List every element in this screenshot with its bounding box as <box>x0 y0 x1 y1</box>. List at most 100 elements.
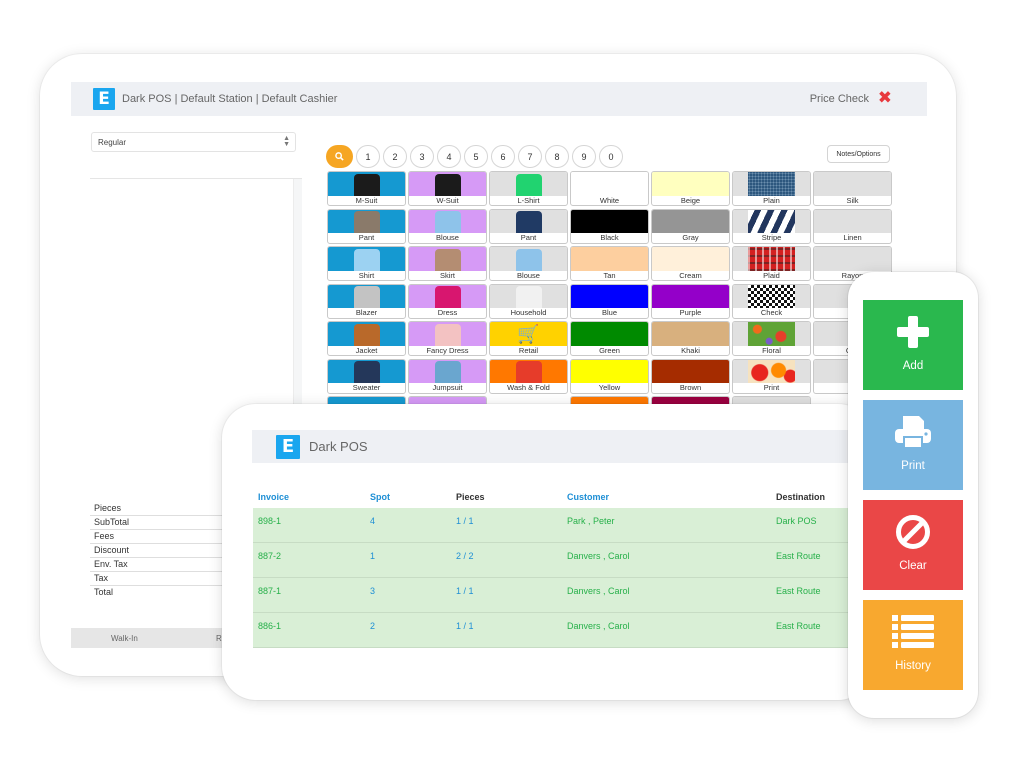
order-cell-pieces: 1 / 1 <box>456 586 474 596</box>
item-tile[interactable]: Khaki <box>651 321 730 356</box>
item-tile[interactable]: Brown <box>651 358 730 394</box>
item-tile[interactable]: Pant <box>489 208 568 244</box>
number-button[interactable]: 7 <box>518 145 542 168</box>
color-swatch <box>571 247 648 271</box>
item-tile[interactable]: Blouse <box>408 208 487 244</box>
prohibited-icon <box>896 515 930 549</box>
blazer-icon <box>353 286 380 309</box>
item-tile[interactable]: Wash & Fold <box>489 358 568 394</box>
item-tile[interactable]: M-Suit <box>327 171 406 206</box>
order-cell-customer: Danvers , Carol <box>567 586 630 596</box>
col-header-invoice[interactable]: Invoice <box>253 492 370 502</box>
item-tile[interactable]: Fancy Dress <box>408 321 487 356</box>
print-button[interactable]: Print <box>863 400 963 490</box>
item-tile[interactable]: Stripe <box>732 208 811 244</box>
item-tile[interactable]: Jumpsuit <box>408 358 487 394</box>
number-button[interactable]: 6 <box>491 145 515 168</box>
color-swatch <box>571 172 648 196</box>
floral-pattern <box>748 322 795 346</box>
item-tile[interactable]: Silk <box>813 171 892 206</box>
item-tile[interactable]: L-Shirt <box>489 171 568 206</box>
tshirt-icon <box>490 172 567 196</box>
order-row[interactable]: 887-1 3 1 / 1 Danvers , Carol East Route <box>253 578 853 613</box>
col-header-spot[interactable]: Spot <box>370 492 456 502</box>
number-button[interactable]: 9 <box>572 145 596 168</box>
order-row[interactable]: 898-1 4 1 / 1 Park , Peter Dark POS <box>253 508 853 543</box>
item-tile[interactable]: Blouse <box>489 246 568 281</box>
search-button[interactable] <box>326 145 353 168</box>
blouse-icon <box>409 209 486 234</box>
item-tile[interactable]: Blue <box>570 283 649 319</box>
dress-icon <box>409 284 486 309</box>
orders-header: E Dark POS <box>252 430 852 463</box>
item-tile[interactable]: W-Suit <box>408 171 487 206</box>
order-cell-pieces: 1 / 1 <box>456 516 474 526</box>
number-button[interactable]: 0 <box>599 145 623 168</box>
item-tile[interactable]: Black <box>570 208 649 244</box>
item-tile[interactable]: Household <box>489 283 568 319</box>
order-row[interactable]: 886-1 2 1 / 1 Danvers , Carol East Route <box>253 613 853 648</box>
gown-icon <box>434 323 461 346</box>
add-button[interactable]: Add <box>863 300 963 390</box>
item-tile[interactable]: Skirt <box>408 246 487 281</box>
blouse-icon <box>515 248 542 271</box>
number-button[interactable]: 4 <box>437 145 461 168</box>
item-tile[interactable]: Plaid <box>732 246 811 281</box>
item-tile[interactable]: Green <box>570 321 649 356</box>
item-tile[interactable]: Beige <box>651 171 730 206</box>
item-tile-label: Green <box>599 345 620 355</box>
col-header-customer[interactable]: Customer <box>567 492 776 502</box>
item-tile-label: Retail <box>518 345 539 355</box>
item-tile[interactable]: White <box>570 171 649 206</box>
number-button[interactable]: 2 <box>383 145 407 168</box>
close-x-icon[interactable]: ✖ <box>878 88 892 108</box>
item-tile[interactable]: Print <box>732 358 811 394</box>
history-button[interactable]: History <box>863 600 963 690</box>
number-button[interactable]: 1 <box>356 145 380 168</box>
item-tile[interactable]: Floral <box>732 321 811 356</box>
item-tile[interactable]: Linen <box>813 208 892 244</box>
item-tile[interactable]: Blazer <box>327 283 406 319</box>
item-tile[interactable]: Dress <box>408 283 487 319</box>
plaid-pattern <box>748 247 795 271</box>
order-row[interactable]: 887-2 1 2 / 2 Danvers , Carol East Route <box>253 543 853 578</box>
item-tile[interactable]: Yellow <box>570 358 649 394</box>
number-button[interactable]: 3 <box>410 145 434 168</box>
order-cell-invoice: 898-1 <box>258 516 282 526</box>
col-header-pieces: Pieces <box>456 492 485 502</box>
print-button-label: Print <box>901 460 925 472</box>
bottom-button-2[interactable]: R <box>216 634 222 643</box>
order-cell-invoice: 886-1 <box>258 621 282 631</box>
item-tile-label: W-Suit <box>436 195 459 205</box>
item-tile-grid: M-Suit W-Suit L-Shirt White Beige Plain Silk Pa… <box>327 171 892 431</box>
item-tile-label: Plaid <box>763 270 780 280</box>
order-cell-spot: 2 <box>370 621 376 631</box>
item-tile-label: Fancy Dress <box>426 345 469 355</box>
item-tile[interactable]: 🛒 Retail <box>489 321 568 356</box>
item-tile[interactable]: Shirt <box>327 246 406 281</box>
window-title: Dark POS | Default Station | Default Cas… <box>122 93 338 105</box>
clear-button[interactable]: Clear <box>863 500 963 590</box>
item-tile[interactable]: Cream <box>651 246 730 281</box>
color-swatch <box>652 322 729 346</box>
jeans-icon <box>515 211 542 234</box>
number-button[interactable]: 5 <box>464 145 488 168</box>
item-tile[interactable]: Sweater <box>327 358 406 394</box>
item-tile[interactable]: Check <box>732 283 811 319</box>
item-tile[interactable]: Pant <box>327 208 406 244</box>
item-tile-label: Silk <box>846 195 859 205</box>
price-check-button[interactable]: Price Check <box>810 93 869 105</box>
walk-in-button[interactable]: Walk-In <box>111 634 138 643</box>
notes-options-button[interactable]: Notes/Options <box>827 145 890 163</box>
item-tile[interactable]: Plain <box>732 171 811 206</box>
number-button[interactable]: 8 <box>545 145 569 168</box>
jacket-icon <box>328 322 405 346</box>
item-tile[interactable]: Tan <box>570 246 649 281</box>
denim-pattern <box>748 172 795 196</box>
order-cell-spot: 3 <box>370 586 376 596</box>
item-tile[interactable]: Purple <box>651 283 730 319</box>
price-list-select[interactable]: Regular ▲ ▼ <box>91 132 296 152</box>
item-tile[interactable]: Gray <box>651 208 730 244</box>
item-tile[interactable]: Jacket <box>327 321 406 356</box>
item-tile-label: Wash & Fold <box>507 383 550 393</box>
